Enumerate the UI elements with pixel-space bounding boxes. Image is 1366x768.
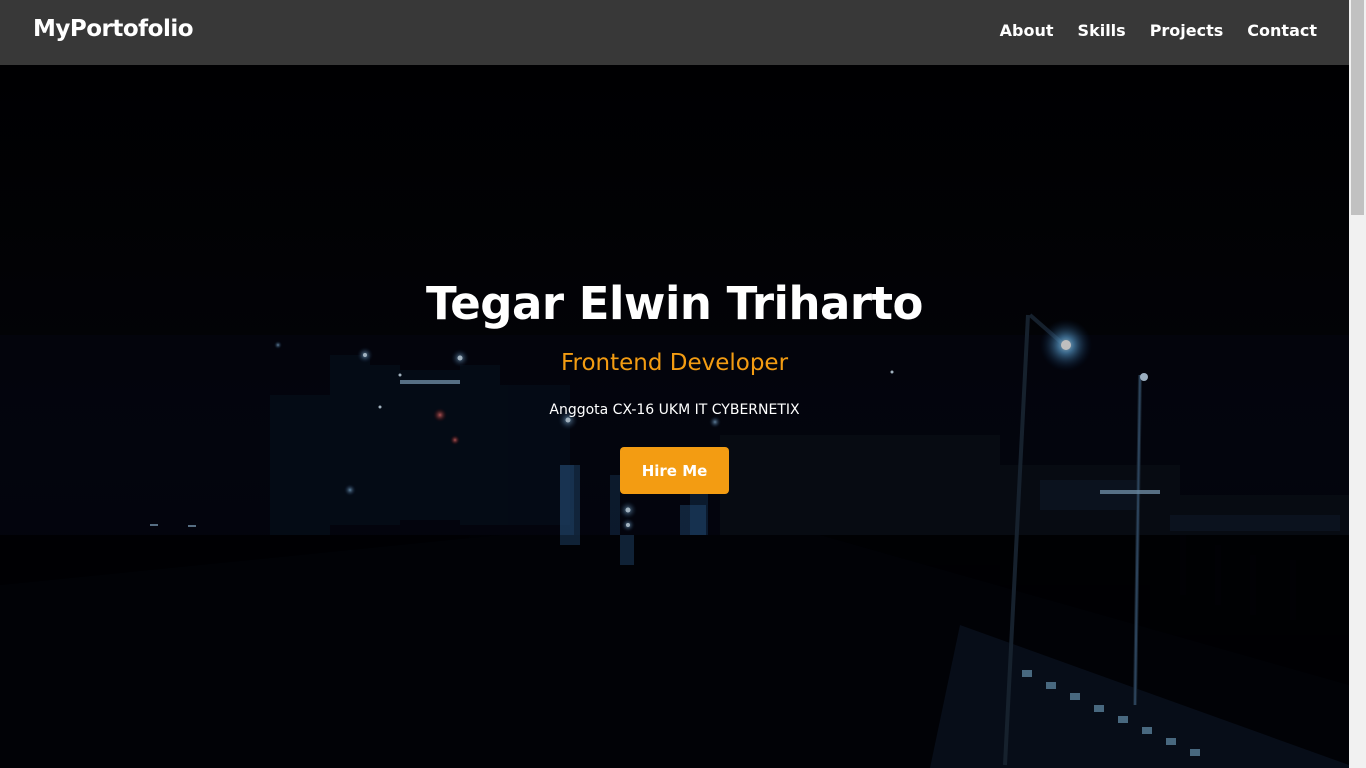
nav-link-skills[interactable]: Skills — [1078, 21, 1126, 40]
navbar: MyPortofolio About Skills Projects Conta… — [0, 0, 1349, 65]
hero-role: Frontend Developer — [560, 350, 789, 376]
page: MyPortofolio About Skills Projects Conta… — [0, 0, 1366, 768]
brand-logo[interactable]: MyPortofolio — [33, 16, 194, 42]
scrollbar-thumb[interactable] — [1351, 0, 1364, 215]
nav-link-contact[interactable]: Contact — [1247, 21, 1317, 40]
hire-me-button[interactable]: Hire Me — [620, 447, 729, 494]
nav-links: About Skills Projects Contact — [1000, 21, 1317, 40]
hero-description: Anggota CX-16 UKM IT CYBERNETIX — [549, 402, 800, 418]
hero-content: Tegar Elwin Triharto Frontend Developer … — [0, 65, 1349, 768]
vertical-scrollbar[interactable] — [1349, 0, 1366, 768]
nav-link-projects[interactable]: Projects — [1150, 21, 1224, 40]
hero-section: Tegar Elwin Triharto Frontend Developer … — [0, 65, 1349, 768]
nav-link-about[interactable]: About — [1000, 21, 1054, 40]
hero-name: Tegar Elwin Triharto — [426, 277, 923, 330]
